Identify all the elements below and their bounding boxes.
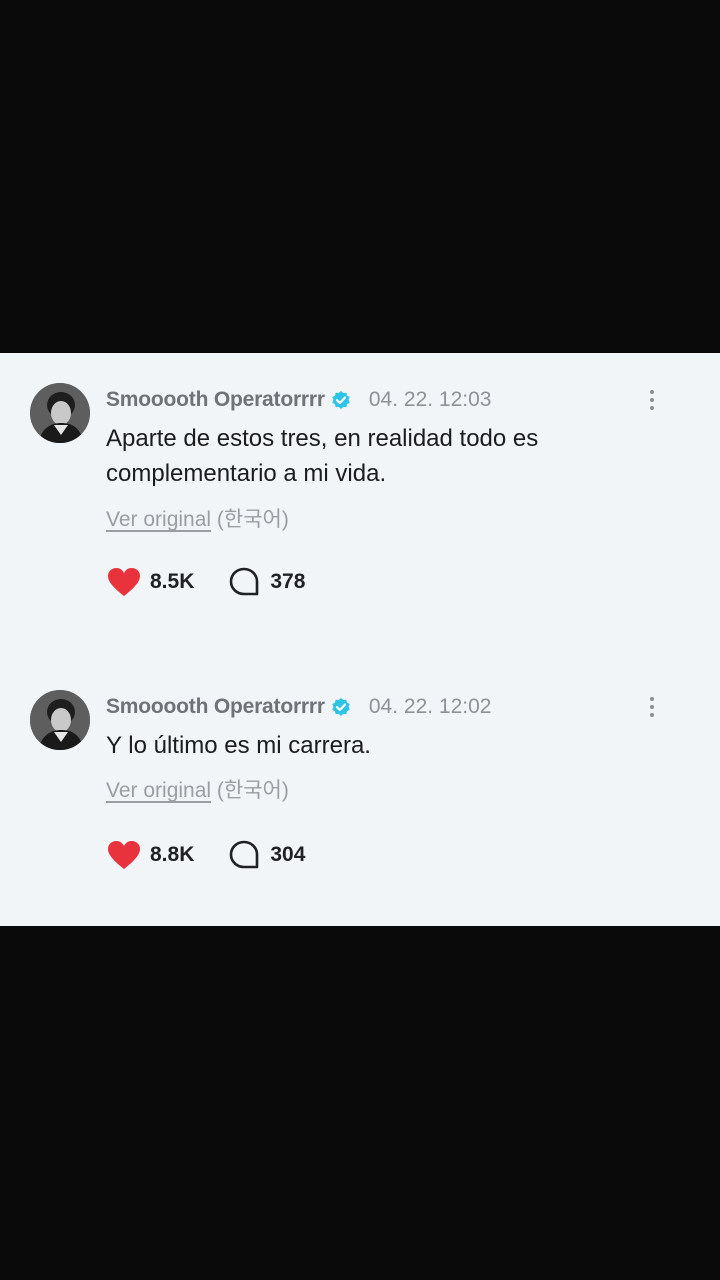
avatar[interactable]	[30, 690, 90, 750]
username[interactable]: Smooooth Operatorrrr	[106, 695, 325, 719]
author-row: Smooooth Operatorrrr 04. 22. 12:03	[106, 385, 491, 415]
comment-count: 304	[270, 843, 306, 866]
heart-icon	[108, 568, 140, 596]
like-count: 8.8K	[150, 843, 195, 866]
action-bar: 8.8K 304	[106, 835, 305, 875]
action-bar: 8.5K 378	[106, 562, 305, 602]
more-vertical-icon	[650, 390, 654, 394]
timestamp: 04. 22. 12:03	[368, 388, 492, 411]
comment-text: Aparte de estos tres, en realidad todo e…	[106, 425, 539, 487]
comment-bubble-icon	[230, 840, 259, 869]
username[interactable]: Smooooth Operatorrrr	[106, 388, 325, 412]
like-button[interactable]: 8.5K	[106, 566, 194, 598]
more-options-button[interactable]	[640, 692, 664, 722]
heart-icon	[108, 841, 140, 869]
more-options-button[interactable]	[640, 385, 664, 415]
see-original-link[interactable]: Ver original	[106, 508, 211, 531]
author-row: Smooooth Operatorrrr 04. 22. 12:02	[106, 692, 491, 722]
comment-text: Y lo último es mi carrera.	[106, 732, 371, 759]
translate-row: Ver original (한국어)	[106, 774, 289, 804]
comment-bubble-icon	[230, 567, 259, 596]
comment-button[interactable]: 378	[228, 566, 305, 598]
more-vertical-icon	[650, 398, 654, 402]
more-vertical-icon	[650, 713, 654, 717]
comment-button[interactable]: 304	[228, 839, 305, 871]
like-count: 8.5K	[150, 570, 195, 593]
verified-badge-icon	[332, 391, 350, 409]
more-vertical-icon	[650, 697, 654, 701]
comments-panel: Smooooth Operatorrrr 04. 22. 12:03 Apart…	[0, 353, 720, 926]
more-vertical-icon	[650, 705, 654, 709]
original-language-label: (한국어)	[216, 779, 289, 802]
letterbox-top	[0, 0, 720, 353]
avatar[interactable]	[30, 383, 90, 443]
verified-badge-icon	[332, 698, 350, 716]
timestamp: 04. 22. 12:02	[368, 695, 492, 718]
more-vertical-icon	[650, 406, 654, 410]
see-original-link[interactable]: Ver original	[106, 779, 211, 802]
comment-count: 378	[270, 570, 306, 593]
translate-row: Ver original (한국어)	[106, 503, 289, 533]
original-language-label: (한국어)	[216, 508, 289, 531]
letterbox-bottom	[0, 926, 720, 1280]
like-button[interactable]: 8.8K	[106, 839, 194, 871]
